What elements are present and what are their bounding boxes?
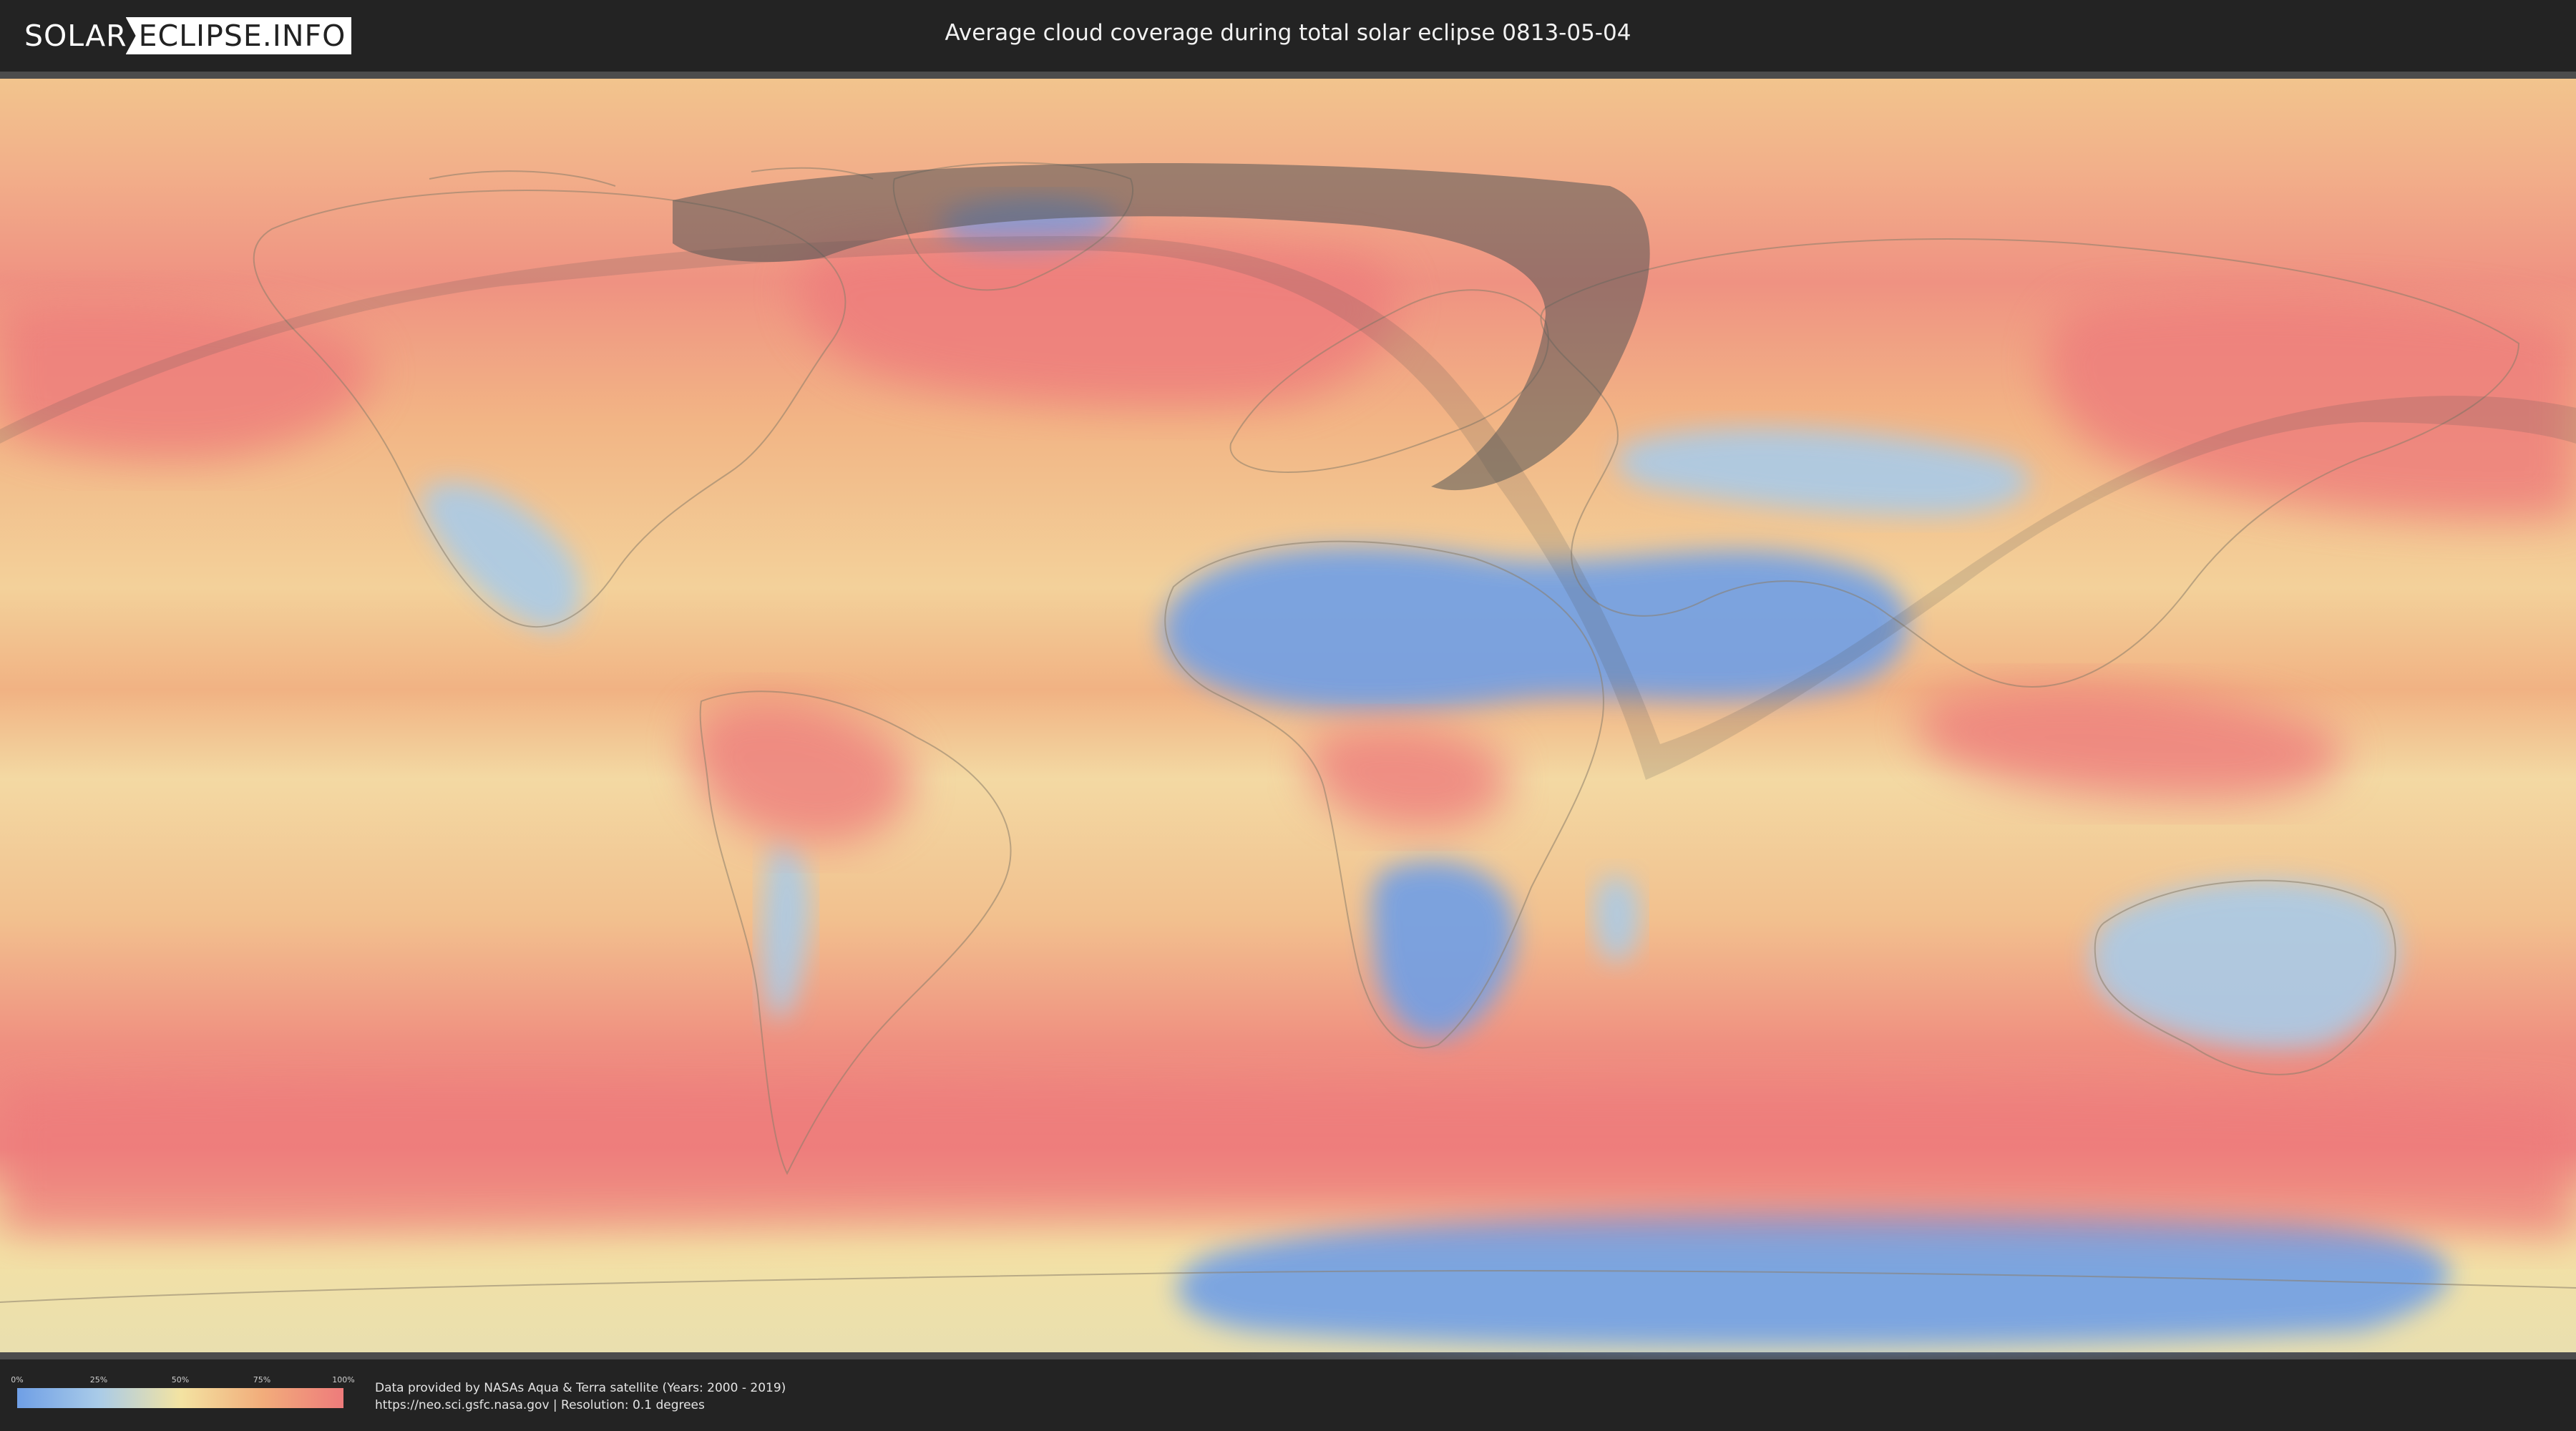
page-title: Average cloud coverage during total sola… [945, 20, 1631, 46]
legend-tick-label: 0% [11, 1375, 24, 1384]
footer-bar: 0% 25% 50% 75% 100% Data provided by NASAs A… [0, 1359, 2576, 1431]
legend-ticks: 0% 25% 50% 75% 100% [11, 1375, 354, 1385]
southern-ocean-cloudy [0, 1081, 2576, 1238]
credits-source: Data provided by NASAs Aqua & Terra sate… [375, 1381, 786, 1395]
legend-tick-label: 50% [171, 1375, 190, 1384]
data-credits: Data provided by NASAs Aqua & Terra sate… [375, 1379, 786, 1414]
credits-url[interactable]: https://neo.sci.gsfc.nasa.gov | Resoluti… [375, 1397, 786, 1414]
legend-tick-label: 100% [332, 1375, 355, 1384]
header-bar: SOLAR ECLIPSE.INFO Average cloud coverag… [0, 0, 2576, 72]
cloud-coverage-legend: 0% 25% 50% 75% 100% [11, 1375, 355, 1408]
cloud-coverage-world-map [0, 79, 2576, 1352]
legend-color-bar [17, 1388, 343, 1408]
legend-tick-label: 25% [89, 1375, 108, 1384]
world-map-frame [0, 72, 2576, 1359]
legend-tick-label: 75% [253, 1375, 271, 1384]
